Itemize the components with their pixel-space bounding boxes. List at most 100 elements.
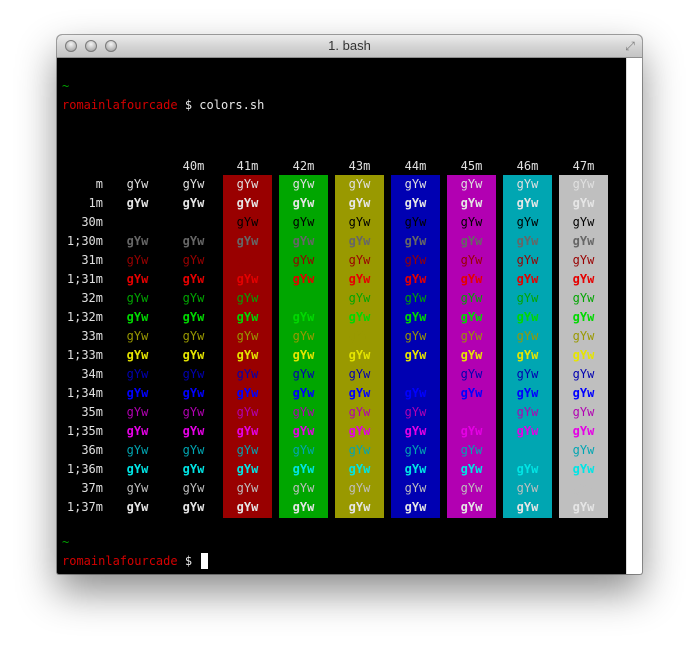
color-sample-cell: gYw [404,348,427,362]
color-sample-cell: gYw [572,405,595,419]
fg-label: 34m [81,367,103,381]
bg-header: 47m [572,159,595,173]
color-sample-cell: gYw [460,177,483,191]
color-sample-cell: gYw [572,329,595,343]
color-sample-cell: gYw [516,310,539,324]
text-cursor [201,553,209,569]
color-sample-cell: gYw [126,367,149,381]
color-sample-cell: gYw [236,272,259,286]
color-sample-cell: gYw [404,500,427,514]
color-sample-cell: gYw [182,443,205,457]
color-sample-cell: gYw [348,310,371,324]
username-2: romainlafourcade [62,554,178,568]
prompt-symbol-2: $ [184,554,200,568]
bg-header: 40m [182,159,205,173]
color-sample-cell: gYw [292,234,315,248]
color-sample-cell: gYw [404,310,427,324]
color-sample-cell: gYw [572,481,595,495]
bg-header: 43m [348,159,371,173]
color-sample-cell: gYw [572,291,595,305]
color-sample-cell: gYw [572,177,595,191]
active-prompt-line[interactable]: romainlafourcade $ [62,553,209,569]
color-sample-cell: gYw [572,215,595,229]
bg-header: 41m [236,159,259,173]
color-sample-cell: gYw [182,272,205,286]
color-sample-cell: gYw [292,177,315,191]
color-sample-cell: gYw [460,424,483,438]
fg-label: 1;32m [66,310,103,324]
color-sample-cell: gYw [236,291,259,305]
bg-header: 46m [516,159,539,173]
color-sample-cell: gYw [292,367,315,381]
color-sample-cell: gYw [460,329,483,343]
fullscreen-icon[interactable]: ⤢ [623,39,637,53]
color-sample-cell: gYw [460,234,483,248]
color-sample-cell: gYw [572,253,595,267]
color-sample-cell: gYw [460,443,483,457]
color-sample-cell: gYw [182,196,205,210]
color-sample-cell: gYw [516,500,539,514]
window-title: 1. bash [328,38,371,53]
prompt-tilde-2: ~ [62,535,70,549]
color-sample-cell: gYw [572,367,595,381]
color-sample-cell: gYw [460,291,483,305]
color-sample-cell: gYw [126,234,149,248]
color-sample-cell: gYw [460,348,483,362]
color-sample-cell: gYw [126,405,149,419]
bg-header: 42m [292,159,315,173]
color-sample-cell: gYw [182,215,205,229]
color-sample-cell: gYw [460,253,483,267]
command-line: romainlafourcade $ colors.sh [62,97,264,113]
color-sample-cell: gYw [236,215,259,229]
color-sample-cell: gYw [348,177,371,191]
color-sample-cell: gYw [516,386,539,400]
color-sample-cell: gYw [182,291,205,305]
color-sample-cell: gYw [292,291,315,305]
title-bar[interactable]: 1. bash ⤢ [57,35,642,58]
color-sample-cell: gYw [516,329,539,343]
color-sample-cell: gYw [182,424,205,438]
fg-label: 31m [81,253,103,267]
color-sample-cell: gYw [182,253,205,267]
color-sample-cell: gYw [572,234,595,248]
bg-header: 45m [460,159,483,173]
username: romainlafourcade [62,98,178,112]
scrollbar[interactable] [626,58,642,574]
fg-label: m [95,177,103,191]
color-sample-cell: gYw [292,215,315,229]
color-sample-cell: gYw [126,291,149,305]
color-sample-cell: gYw [348,196,371,210]
fg-label: 1;33m [66,348,103,362]
color-sample-cell: gYw [126,462,149,476]
color-sample-cell: gYw [348,443,371,457]
color-sample-cell: gYw [126,310,149,324]
color-sample-cell: gYw [516,177,539,191]
color-sample-cell: gYw [572,272,595,286]
color-sample-cell: gYw [292,310,315,324]
color-sample-cell: gYw [404,424,427,438]
fg-label: 32m [81,291,103,305]
color-sample-cell: gYw [236,310,259,324]
color-sample-cell: gYw [572,462,595,476]
color-sample-cell: gYw [516,234,539,248]
color-sample-cell: gYw [572,443,595,457]
color-sample-cell: gYw [572,500,595,514]
color-sample-cell: gYw [126,348,149,362]
color-sample-cell: gYw [404,386,427,400]
color-sample-cell: gYw [236,329,259,343]
color-sample-cell: gYw [236,424,259,438]
color-sample-cell: gYw [236,253,259,267]
color-sample-cell: gYw [292,329,315,343]
terminal-content[interactable]: ~ romainlafourcade $ colors.sh 40m 41m 42m… [57,58,627,574]
color-sample-cell: gYw [404,462,427,476]
color-sample-cell: gYw [126,329,149,343]
color-sample-cell: gYw [292,443,315,457]
color-sample-cell: gYw [460,500,483,514]
color-sample-cell: gYw [182,367,205,381]
color-sample-cell: gYw [236,348,259,362]
bg-header: 44m [404,159,427,173]
color-sample-cell: gYw [236,386,259,400]
color-sample-cell: gYw [292,348,315,362]
color-sample-cell: gYw [516,405,539,419]
color-sample-cell: gYw [292,386,315,400]
